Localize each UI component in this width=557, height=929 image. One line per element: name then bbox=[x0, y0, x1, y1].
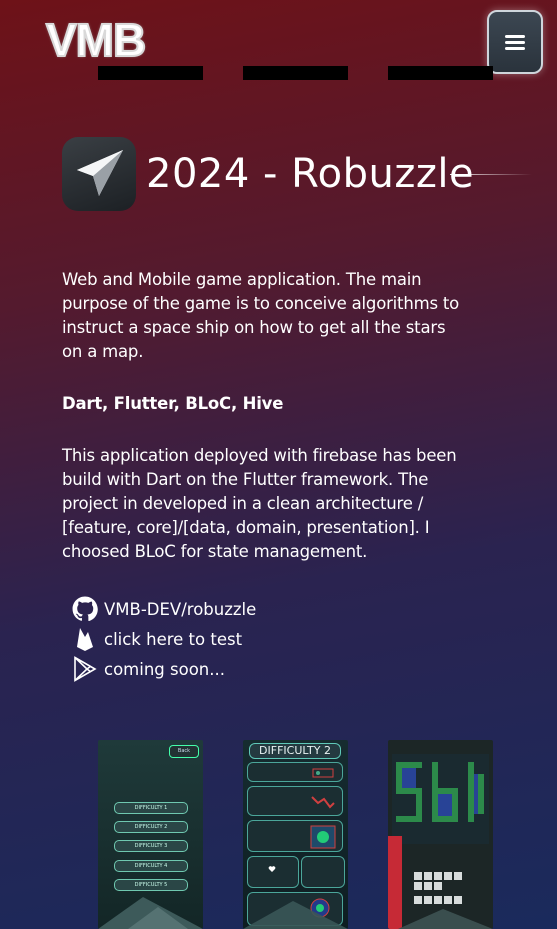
tile-palette bbox=[414, 872, 462, 904]
difficulty-button: DIFFICULTY 3 bbox=[114, 840, 188, 852]
project-title: 2024 - Robuzzle bbox=[146, 151, 475, 197]
mountain-graphic bbox=[243, 901, 348, 929]
github-icon bbox=[72, 596, 98, 622]
screenshot-level-list[interactable]: DIFFICULTY 2 bbox=[243, 740, 348, 929]
project-details: This application deployed with firebase … bbox=[62, 446, 457, 561]
level-card bbox=[301, 856, 345, 888]
firebase-icon bbox=[72, 626, 98, 652]
google-play-link[interactable]: coming soon... bbox=[72, 654, 256, 684]
level-preview-icon bbox=[312, 768, 334, 778]
level-preview-icon bbox=[310, 825, 336, 849]
project-links: VMB-DEV/robuzzle click here to test comi… bbox=[72, 594, 256, 684]
screenshot-difficulty-menu[interactable]: Back DIFFICULTY 1 DIFFICULTY 2 DIFFICULT… bbox=[98, 740, 203, 929]
hamburger-icon bbox=[505, 35, 525, 50]
level-grid bbox=[392, 754, 489, 844]
header-divider bbox=[243, 66, 348, 80]
github-link-label: VMB-DEV/robuzzle bbox=[104, 599, 257, 619]
tech-stack: Dart, Flutter, BLoC, Hive bbox=[62, 394, 284, 413]
project-header: 2024 - Robuzzle bbox=[62, 137, 474, 211]
google-play-link-label: coming soon... bbox=[104, 659, 225, 679]
difficulty-button: DIFFICULTY 1 bbox=[114, 802, 188, 814]
level-preview-icon bbox=[311, 796, 335, 809]
back-button: Back bbox=[169, 745, 199, 758]
site-logo[interactable]: VMB bbox=[45, 13, 147, 67]
difficulty-button: DIFFICULTY 2 bbox=[114, 821, 188, 833]
level-card bbox=[247, 856, 299, 888]
paper-plane-icon bbox=[77, 150, 123, 196]
difficulty-heading: DIFFICULTY 2 bbox=[249, 743, 341, 759]
mountain-graphic bbox=[398, 909, 493, 929]
level-card bbox=[247, 762, 343, 782]
mountain-graphic bbox=[98, 897, 203, 929]
heart-icon bbox=[268, 866, 276, 872]
menu-button[interactable] bbox=[487, 10, 543, 74]
google-play-icon bbox=[72, 656, 98, 682]
screenshot-level-editor[interactable] bbox=[388, 740, 493, 929]
header-divider bbox=[98, 66, 203, 80]
difficulty-button: DIFFICULTY 5 bbox=[114, 879, 188, 891]
app-icon bbox=[62, 137, 136, 211]
project-description: Web and Mobile game application. The mai… bbox=[62, 270, 460, 361]
header-divider bbox=[388, 66, 493, 80]
title-underline bbox=[450, 174, 532, 175]
level-card bbox=[247, 786, 343, 816]
level-card bbox=[247, 820, 343, 852]
test-app-link[interactable]: click here to test bbox=[72, 624, 256, 654]
test-app-link-label: click here to test bbox=[104, 629, 243, 649]
difficulty-button: DIFFICULTY 4 bbox=[114, 860, 188, 872]
github-link[interactable]: VMB-DEV/robuzzle bbox=[72, 594, 256, 624]
